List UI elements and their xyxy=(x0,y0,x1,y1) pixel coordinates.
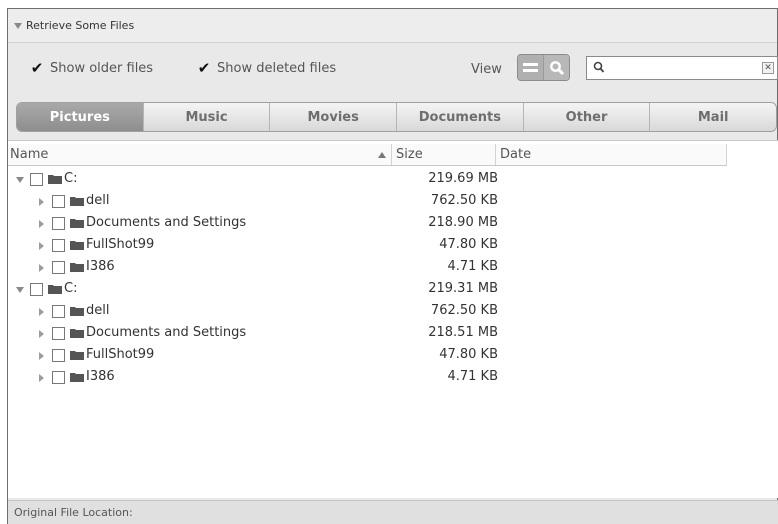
folder-icon xyxy=(48,285,62,294)
panel-header[interactable]: Retrieve Some Files xyxy=(8,9,777,43)
sort-ascending-icon xyxy=(378,152,386,158)
column-name-header[interactable]: Name xyxy=(8,144,392,165)
expand-arrow-icon[interactable] xyxy=(39,308,44,316)
select-checkbox[interactable] xyxy=(52,349,65,362)
expand-arrow-icon[interactable] xyxy=(39,330,44,338)
folder-icon xyxy=(70,263,84,272)
folder-icon xyxy=(70,241,84,250)
drive-row[interactable]: C: 219.69 MB xyxy=(8,168,727,190)
tab-mail[interactable]: Mail xyxy=(649,103,776,131)
file-size: 762.50 KB xyxy=(430,303,498,318)
expand-arrow-icon[interactable] xyxy=(39,198,44,206)
file-name: Documents and Settings xyxy=(86,215,247,230)
show-older-files-option[interactable]: ✔ Show older files xyxy=(30,61,154,77)
select-checkbox[interactable] xyxy=(30,173,43,186)
show-deleted-files-label: Show deleted files xyxy=(217,61,337,76)
search-icon xyxy=(593,61,605,73)
file-size: 219.31 MB xyxy=(428,281,498,296)
original-file-location-label: Original File Location: xyxy=(14,506,133,519)
column-size-header[interactable]: Size xyxy=(392,144,496,165)
folder-icon xyxy=(48,175,62,184)
select-checkbox[interactable] xyxy=(30,283,43,296)
folder-icon xyxy=(70,197,84,206)
collapse-arrow-icon[interactable] xyxy=(16,287,24,293)
tab-other[interactable]: Other xyxy=(522,103,650,131)
folder-icon xyxy=(70,219,84,228)
retrieve-files-window: Retrieve Some Files ✔ Show older files ✔… xyxy=(7,8,778,524)
folder-row[interactable]: dell 762.50 KB xyxy=(8,300,727,322)
file-size: 4.71 KB xyxy=(447,369,498,384)
show-deleted-files-option[interactable]: ✔ Show deleted files xyxy=(197,61,337,77)
magnifier-icon xyxy=(549,60,564,75)
expand-arrow-icon[interactable] xyxy=(39,220,44,228)
collapse-triangle-icon[interactable] xyxy=(14,22,22,29)
file-size: 762.50 KB xyxy=(430,193,498,208)
show-deleted-files-checkbox[interactable]: ✔ xyxy=(197,61,211,76)
show-older-files-checkbox[interactable]: ✔ xyxy=(30,61,44,76)
expand-arrow-icon[interactable] xyxy=(39,374,44,382)
status-bar: Original File Location: xyxy=(8,500,778,524)
show-older-files-label: Show older files xyxy=(50,61,154,76)
tab-documents[interactable]: Documents xyxy=(396,103,523,131)
select-checkbox[interactable] xyxy=(52,305,65,318)
select-checkbox[interactable] xyxy=(52,371,65,384)
clear-search-icon[interactable]: ✕ xyxy=(762,62,774,74)
tab-music[interactable]: Music xyxy=(142,103,270,131)
view-label: View xyxy=(471,62,502,77)
file-size: 218.90 MB xyxy=(428,215,498,230)
options-bar: ✔ Show older files ✔ Show deleted files … xyxy=(8,43,778,93)
file-size: 219.69 MB xyxy=(428,171,498,186)
folder-icon xyxy=(70,307,84,316)
list-view-button[interactable] xyxy=(518,55,543,80)
select-checkbox[interactable] xyxy=(52,239,65,252)
file-name: I386 xyxy=(86,259,115,274)
file-size: 47.80 KB xyxy=(439,347,498,362)
file-name: C: xyxy=(64,281,78,296)
expand-arrow-icon[interactable] xyxy=(39,352,44,360)
search-field[interactable]: ✕ xyxy=(586,56,778,80)
folder-row[interactable]: I386 4.71 KB xyxy=(8,366,727,388)
folder-row[interactable]: FullShot99 47.80 KB xyxy=(8,234,727,256)
folder-icon xyxy=(70,373,84,382)
select-checkbox[interactable] xyxy=(52,195,65,208)
file-name: dell xyxy=(86,303,110,318)
drive-row[interactable]: C: 219.31 MB xyxy=(8,278,727,300)
folder-row[interactable]: I386 4.71 KB xyxy=(8,256,727,278)
select-checkbox[interactable] xyxy=(52,261,65,274)
file-size: 4.71 KB xyxy=(447,259,498,274)
collapse-arrow-icon[interactable] xyxy=(16,177,24,183)
file-size: 218.51 MB xyxy=(428,325,498,340)
search-view-button[interactable] xyxy=(543,55,569,80)
file-name: Documents and Settings xyxy=(86,325,247,340)
expand-arrow-icon[interactable] xyxy=(39,242,44,250)
expand-arrow-icon[interactable] xyxy=(39,264,44,272)
search-input[interactable] xyxy=(609,59,759,77)
folder-icon xyxy=(70,329,84,338)
file-name: FullShot99 xyxy=(86,347,155,362)
file-name: dell xyxy=(86,193,110,208)
column-date-header[interactable]: Date xyxy=(496,144,727,165)
folder-row[interactable]: Documents and Settings 218.90 MB xyxy=(8,212,727,234)
tab-movies[interactable]: Movies xyxy=(269,103,396,131)
file-size: 47.80 KB xyxy=(439,237,498,252)
folder-row[interactable]: dell 762.50 KB xyxy=(8,190,727,212)
file-name: C: xyxy=(64,171,78,186)
folder-row[interactable]: Documents and Settings 218.51 MB xyxy=(8,322,727,344)
category-tabs: Pictures Music Movies Documents Other Ma… xyxy=(16,102,777,132)
tab-pictures[interactable]: Pictures xyxy=(17,103,143,131)
folder-row[interactable]: FullShot99 47.80 KB xyxy=(8,344,727,366)
file-name: I386 xyxy=(86,369,115,384)
select-checkbox[interactable] xyxy=(52,217,65,230)
view-toggle xyxy=(517,54,570,81)
folder-icon xyxy=(70,351,84,360)
file-list: Name Size Date C: 219.69 MB dell 762.50 KB D… xyxy=(8,140,778,498)
panel-title: Retrieve Some Files xyxy=(26,19,135,32)
select-checkbox[interactable] xyxy=(52,327,65,340)
file-name: FullShot99 xyxy=(86,237,155,252)
column-header: Name Size Date xyxy=(8,144,727,166)
